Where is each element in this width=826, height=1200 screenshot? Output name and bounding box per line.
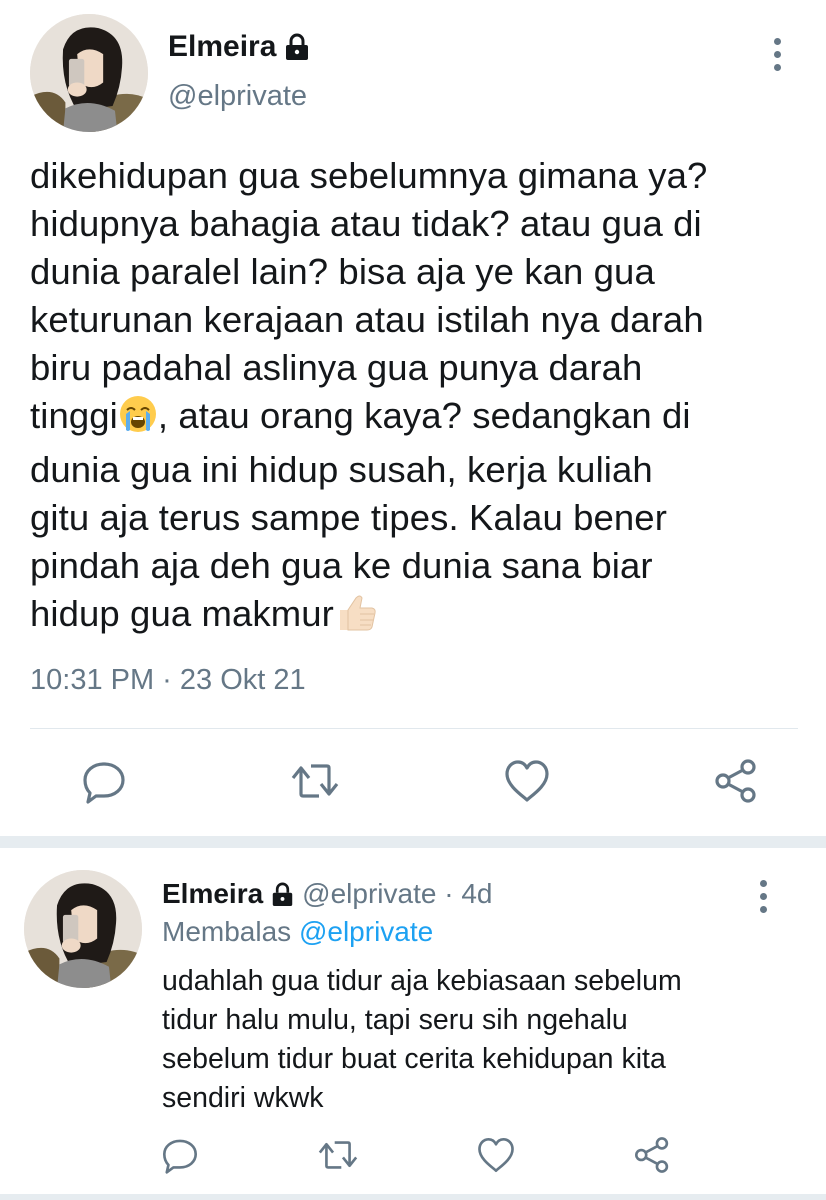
tweet-line: dunia paralel lain? bisa aja ye kan gua [30, 251, 655, 292]
tweet-line-end: , atau orang kaya? sedangkan di [157, 395, 691, 436]
avatar[interactable] [24, 870, 142, 988]
tweet-line-start: tinggi [30, 395, 118, 436]
handle-and-time[interactable]: @elprivate · 4d [302, 878, 492, 910]
tweet-timestamp[interactable]: 10:31 PM · 23 Okt 21 [30, 664, 306, 697]
tweet-line: biru padahal aslinya gua punya darah [30, 347, 643, 388]
reply-line: tidur halu mulu, tapi seru sih ngehalu [162, 1004, 628, 1036]
share-icon[interactable] [632, 1136, 672, 1174]
reply-icon[interactable] [80, 758, 128, 804]
main-tweet: Elmeira @elprivate dikehidupan gua sebel… [0, 0, 826, 836]
reply-icon[interactable] [160, 1136, 200, 1174]
more-vertical-icon[interactable] [774, 38, 781, 71]
replying-to-mention[interactable]: @elprivate [299, 916, 433, 947]
tweet-line: hidupnya bahagia atau tidak? atau gua di [30, 203, 702, 244]
tweet-line: gitu aja terus sampe tipes. Kalau bener [30, 497, 667, 538]
tweet-line-with-emoji: tinggi , atau orang kaya? sedangkan di [30, 392, 810, 446]
reply-text: udahlah gua tidur aja kebiasaan sebelum … [162, 962, 802, 1118]
display-name[interactable]: Elmeira [162, 878, 263, 910]
tweet-line: dunia gua ini hidup susah, kerja kuliah [30, 449, 653, 490]
action-bar [80, 758, 760, 804]
display-name[interactable]: Elmeira [168, 30, 276, 64]
user-handle[interactable]: @elprivate [168, 80, 307, 113]
tweet-text: dikehidupan gua sebelumnya gimana ya? hi… [30, 152, 810, 644]
tweet-line: pindah aja deh gua ke dunia sana biar [30, 545, 653, 586]
tweet-line: dikehidupan gua sebelumnya gimana ya? [30, 155, 708, 196]
retweet-icon[interactable] [316, 1136, 360, 1174]
display-name-row[interactable]: Elmeira [168, 30, 310, 64]
reply-line: sebelum tidur buat cerita kehidupan kita [162, 1043, 666, 1075]
avatar-photo [30, 14, 148, 132]
replying-to: Membalas @elprivate [162, 916, 433, 948]
tweet-line: keturunan kerajaan atau istilah nya dara… [30, 299, 704, 340]
share-icon[interactable] [712, 758, 760, 804]
tweet-line-start: hidup gua makmur [30, 593, 334, 634]
divider [30, 728, 798, 729]
replying-to-label: Membalas [162, 916, 292, 947]
reply-line: udahlah gua tidur aja kebiasaan sebelum [162, 965, 682, 997]
like-icon[interactable] [503, 758, 551, 804]
section-separator [0, 1194, 826, 1200]
more-vertical-icon[interactable] [760, 880, 767, 913]
section-separator [0, 836, 826, 848]
thumbs-up-emoji [334, 592, 378, 644]
lock-icon [284, 33, 310, 61]
reply-header[interactable]: Elmeira @elprivate · 4d [162, 878, 492, 910]
reply-line: sendiri wkwk [162, 1082, 324, 1114]
lock-icon [271, 882, 294, 907]
tweet-line-with-emoji: hidup gua makmur [30, 590, 810, 644]
avatar-photo [24, 870, 142, 988]
reply-action-bar [160, 1136, 672, 1174]
like-icon[interactable] [476, 1136, 516, 1174]
loudly-crying-face-emoji [118, 394, 158, 446]
avatar[interactable] [30, 14, 148, 132]
retweet-icon[interactable] [289, 758, 341, 804]
